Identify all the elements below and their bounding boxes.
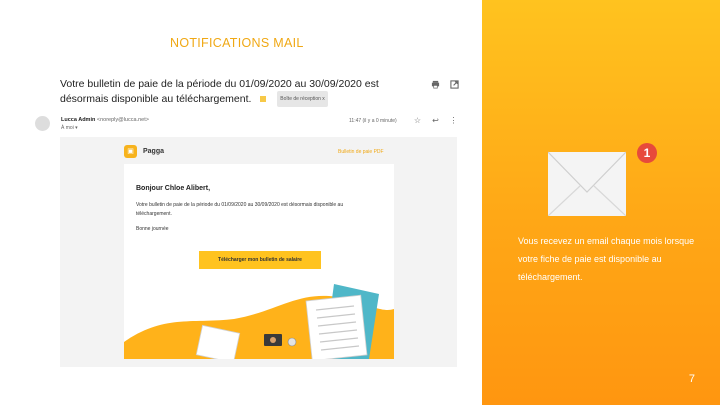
open-new-window-icon[interactable] <box>450 80 459 89</box>
brand-name: Pagga <box>143 148 165 155</box>
payslip-illustration <box>124 284 394 359</box>
pagga-logo-icon: ▣ <box>124 145 137 158</box>
email-time: 11:47 (il y a 0 minute) <box>349 118 397 124</box>
side-panel: 1 Vous recevez un email chaque mois lors… <box>482 0 720 405</box>
sender-row: Lucca Admin <noreply@lucca.net> À moi ▾ … <box>33 114 465 134</box>
mail-closing: Bonne journée <box>136 226 169 232</box>
envelope-icon <box>548 151 626 216</box>
slide-title: NOTIFICATIONS MAIL <box>170 36 304 50</box>
message-actions: ☆ ↩ ⋮ <box>413 116 458 125</box>
email-subject: Votre bulletin de paie de la période du … <box>60 77 410 107</box>
email-top-actions <box>431 80 459 89</box>
email-subject-text: Votre bulletin de paie de la période du … <box>60 78 379 105</box>
sender-name: Lucca Admin <noreply@lucca.net> <box>61 117 149 123</box>
notification-badge: 1 <box>637 143 657 163</box>
pdf-link[interactable]: Bulletin de paie PDF <box>338 149 384 155</box>
mail-body: ▣ Pagga Bulletin de paie PDF Bonjour Chl… <box>60 137 457 367</box>
more-icon[interactable]: ⋮ <box>449 116 458 125</box>
slide: NOTIFICATIONS MAIL Votre bulletin de pai… <box>0 0 720 405</box>
avatar <box>35 116 50 131</box>
email-screenshot: Votre bulletin de paie de la période du … <box>29 70 469 370</box>
page-number: 7 <box>688 373 695 385</box>
panel-description: Vous recevez un email chaque mois lorsqu… <box>518 236 695 282</box>
reply-icon[interactable]: ↩ <box>431 116 440 125</box>
print-icon[interactable] <box>431 80 440 89</box>
recipient[interactable]: À moi ▾ <box>61 125 78 131</box>
important-marker-icon <box>260 96 267 102</box>
sender-email: <noreply@lucca.net> <box>96 117 149 123</box>
mail-card: Bonjour Chloe Alibert, Votre bulletin de… <box>124 164 394 359</box>
star-icon[interactable]: ☆ <box>413 116 422 125</box>
pagga-logo: ▣ Pagga <box>124 145 164 158</box>
inbox-label[interactable]: Boîte de réception x <box>277 91 328 107</box>
download-payslip-button[interactable]: Télécharger mon bulletin de salaire <box>199 251 321 269</box>
greeting: Bonjour Chloe Alibert, <box>136 185 211 192</box>
mail-message: Votre bulletin de paie de la période du … <box>136 202 344 217</box>
sender-name-text: Lucca Admin <box>61 117 96 123</box>
